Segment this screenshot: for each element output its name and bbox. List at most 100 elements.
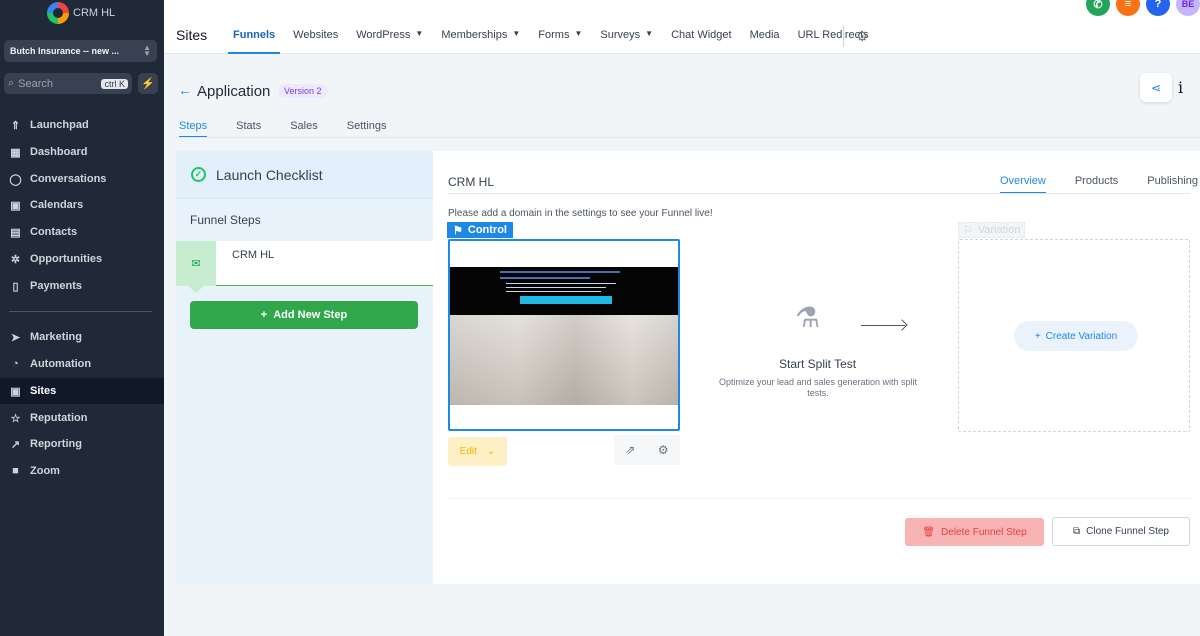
- sidebar-item-sites[interactable]: ▣ Sites: [0, 378, 164, 404]
- funnel-step-item[interactable]: ✉ CRM HL: [176, 241, 433, 293]
- account-switcher[interactable]: Butch Insurance -- new ... ▲ ▼: [4, 40, 157, 62]
- share-icon: ⋖: [1150, 80, 1162, 95]
- check-circle-icon: ✓: [191, 167, 206, 182]
- chevron-down-icon: ▼: [512, 29, 521, 38]
- sidebar-item-label: Reputation: [30, 412, 88, 424]
- share-button[interactable]: ⋖: [1140, 73, 1172, 102]
- tab-wordpress[interactable]: WordPress ▼: [347, 18, 432, 54]
- clone-funnel-step-button[interactable]: ⧉ Clone Funnel Step: [1052, 517, 1190, 546]
- tab-forms[interactable]: Forms ▼: [529, 18, 591, 54]
- video-icon: ■: [12, 465, 19, 477]
- chevron-down-icon: ▼: [574, 29, 583, 38]
- variation-placeholder: + Create Variation: [958, 239, 1190, 432]
- sidebar-divider: [9, 311, 152, 312]
- back-arrow-icon[interactable]: ←: [178, 82, 192, 98]
- sidebar-item-label: Zoom: [30, 465, 60, 477]
- sidebar-item-label: Automation: [30, 358, 92, 370]
- sidebar: CRM HL Butch Insurance -- new ... ▲ ▼ ⌕ S…: [0, 0, 164, 636]
- sidebar-item-label: Marketing: [30, 331, 82, 343]
- sidebar-item-marketing[interactable]: ➤ Marketing: [0, 324, 164, 350]
- info-icon[interactable]: i: [1178, 78, 1183, 97]
- sidebar-item-label: Dashboard: [30, 146, 88, 158]
- nav-separator: [843, 25, 844, 47]
- quick-actions-button[interactable]: ⚡: [138, 73, 158, 94]
- account-name: Butch Insurance -- new ...: [10, 46, 120, 56]
- gear-icon[interactable]: ⚙: [658, 443, 669, 457]
- avatar[interactable]: BE: [1176, 0, 1200, 16]
- create-variation-button[interactable]: + Create Variation: [1014, 321, 1138, 351]
- split-test-subtitle: Optimize your lead and sales generation …: [718, 377, 918, 398]
- notifications-icon[interactable]: ≡: [1116, 0, 1140, 16]
- create-variation-label: Create Variation: [1045, 330, 1118, 342]
- sidebar-item-label: Opportunities: [30, 253, 103, 265]
- top-nav: Funnels Websites WordPress ▼ Memberships ▼…: [224, 18, 878, 54]
- sidebar-item-dashboard[interactable]: ▦ Dashboard: [0, 139, 164, 165]
- brand-logo[interactable]: CRM HL: [47, 2, 115, 24]
- tab-products[interactable]: Products: [1075, 175, 1118, 193]
- tab-sales[interactable]: Sales: [290, 120, 318, 138]
- flag-icon: ⚐: [963, 224, 973, 237]
- help-icon[interactable]: ?: [1146, 0, 1170, 16]
- control-page-preview[interactable]: [448, 239, 680, 431]
- sidebar-item-payments[interactable]: ▯ Payments: [0, 273, 164, 299]
- rocket-icon: ⇑: [10, 119, 21, 132]
- tab-memberships[interactable]: Memberships ▼: [432, 18, 529, 54]
- sidebar-item-automation[interactable]: ◔ Automation: [0, 351, 164, 377]
- edit-button[interactable]: Edit ⌄: [448, 437, 507, 466]
- bolt-icon: ⚡: [141, 78, 155, 90]
- top-bar: Sites Funnels Websites WordPress ▼ Member…: [164, 0, 1200, 54]
- sidebar-item-reporting[interactable]: ↗ Reporting: [0, 431, 164, 457]
- tab-media[interactable]: Media: [741, 18, 789, 54]
- tab-chat-widget[interactable]: Chat Widget: [662, 18, 741, 54]
- tab-overview[interactable]: Overview: [1000, 175, 1046, 193]
- tab-funnels[interactable]: Funnels: [224, 18, 284, 54]
- launch-checklist[interactable]: ✓ Launch Checklist: [176, 151, 433, 199]
- tab-stats[interactable]: Stats: [236, 120, 261, 138]
- logo-icon: [47, 2, 69, 24]
- external-link-icon[interactable]: ⇗: [625, 443, 635, 457]
- sidebar-item-calendars[interactable]: ▣ Calendars: [0, 192, 164, 218]
- phone-icon[interactable]: ✆: [1086, 0, 1110, 16]
- sidebar-item-reputation[interactable]: ☆ Reputation: [0, 405, 164, 431]
- funnel-steps-label: Funnel Steps: [190, 213, 261, 227]
- sidebar-item-label: Contacts: [30, 226, 78, 238]
- tab-label: Surveys: [600, 29, 641, 41]
- sidebar-item-conversations[interactable]: ◯ Conversations: [0, 166, 164, 192]
- avatar-initials: BE: [1181, 0, 1195, 9]
- tab-settings[interactable]: Settings: [347, 120, 387, 138]
- tabs-divider: [176, 137, 1200, 138]
- sidebar-item-label: Payments: [30, 280, 82, 292]
- flag-icon: ⚑: [453, 224, 463, 237]
- sidebar-item-label: Launchpad: [30, 119, 89, 131]
- tab-steps[interactable]: Steps: [179, 120, 208, 138]
- tab-label: Forms: [538, 29, 570, 41]
- search-input[interactable]: ⌕ Search ctrl K: [4, 73, 132, 94]
- split-test-title: Start Split Test: [779, 357, 857, 371]
- step-detail-panel: CRM HL Overview Products Publishing Plea…: [433, 151, 1200, 584]
- preview-text-line: [506, 291, 601, 292]
- sidebar-item-opportunities[interactable]: ✲ Opportunities: [0, 246, 164, 272]
- sidebar-item-launchpad[interactable]: ⇑ Launchpad: [0, 112, 164, 138]
- checklist-title: Launch Checklist: [216, 166, 323, 183]
- preview-text-line: [506, 287, 606, 288]
- settings-gear-icon[interactable]: ⚙: [856, 28, 869, 45]
- tab-surveys[interactable]: Surveys ▼: [591, 18, 662, 54]
- funnel-steps-panel: ✓ Launch Checklist Funnel Steps ✉ CRM HL…: [176, 151, 433, 584]
- search-icon: ⌕: [8, 77, 15, 89]
- step-title: CRM HL: [448, 175, 495, 189]
- tab-websites[interactable]: Websites: [284, 18, 347, 54]
- actions-divider: [448, 498, 1190, 499]
- payments-icon: ▯: [12, 280, 19, 293]
- version-badge: Version 2: [278, 84, 328, 98]
- tab-publishing[interactable]: Publishing: [1147, 175, 1198, 193]
- sites-icon: ▣: [10, 385, 21, 398]
- chart-icon: ↗: [10, 438, 21, 451]
- tab-label: Funnels: [233, 29, 276, 41]
- step-pointer: [188, 286, 204, 293]
- sidebar-item-contacts[interactable]: ▤ Contacts: [0, 219, 164, 245]
- preview-header-image: [450, 267, 678, 315]
- sidebar-item-zoom[interactable]: ■ Zoom: [0, 458, 164, 484]
- add-new-step-button[interactable]: + Add New Step: [190, 301, 418, 329]
- delete-funnel-step-button[interactable]: 🗑 Delete Funnel Step: [905, 518, 1044, 546]
- sidebar-item-label: Sites: [30, 385, 57, 397]
